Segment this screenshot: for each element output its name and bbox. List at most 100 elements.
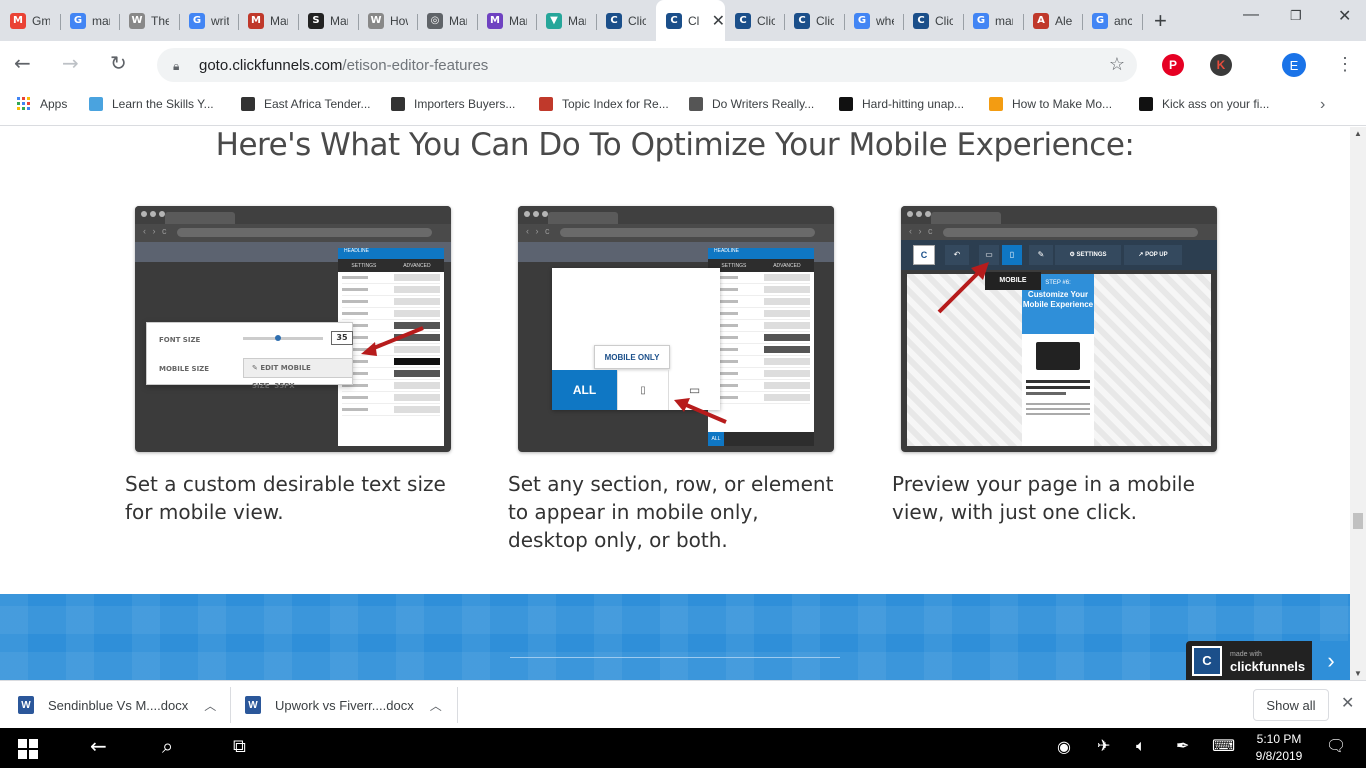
browser-tab[interactable]: Gmar (60, 6, 120, 35)
browser-tab[interactable]: C Cli ✕ (656, 0, 725, 41)
google-icon: G (189, 12, 205, 29)
back-icon[interactable]: ← (90, 734, 107, 758)
notifications-icon[interactable]: 🗨︎ (1326, 736, 1346, 755)
feature-caption-text-size: Set a custom desirable text size for mob… (125, 472, 446, 524)
panel-tab-advanced: ADVANCED (773, 262, 801, 269)
search-icon[interactable]: ⌕ (162, 734, 173, 758)
task-view-icon[interactable]: ⧉ (233, 736, 246, 757)
browser-tab[interactable]: Gwhe (844, 6, 904, 35)
bookmark-item[interactable]: How to Make Mo... (989, 97, 1112, 111)
scroll-thumb[interactable] (1353, 513, 1363, 529)
mobile-visibility-icon: ▯ (617, 370, 668, 410)
chevron-up-icon[interactable]: ︿ (204, 697, 216, 714)
browser-tab[interactable]: W How (358, 6, 418, 35)
clickfunnels-badge[interactable]: C made with clickfunnels › (1186, 641, 1350, 680)
page-scrollbar[interactable]: ▲ ▼ (1350, 127, 1366, 680)
panel-tab-settings: SETTINGS (721, 262, 747, 269)
divider-line (510, 657, 840, 658)
keyboard-icon[interactable]: ⌨ (1212, 736, 1235, 755)
download-item[interactable]: W Sendinblue Vs M....docx ︿ (18, 688, 216, 722)
tab-label: Cli (688, 13, 700, 28)
address-bar[interactable]: 🔒︎ goto.clickfunnels.com/etison-editor-f… (157, 48, 1137, 82)
tab-label: Clic (816, 13, 834, 28)
new-tab-button[interactable]: + (1154, 8, 1167, 34)
bookmark-item[interactable]: Kick ass on your fi... (1139, 97, 1269, 111)
browser-tab[interactable]: C Clic (596, 6, 656, 35)
taskbar-clock[interactable]: 5:10 PM 9/8/2019 (1248, 731, 1310, 765)
browser-tab[interactable]: S Mar (298, 6, 358, 35)
bookmark-label: Kick ass on your fi... (1162, 97, 1270, 111)
site-icon: A (1033, 12, 1049, 29)
back-icon[interactable]: ← (14, 51, 31, 75)
panel-title: HEADLINE (708, 248, 814, 259)
browser-tab[interactable]: ▼ Mar (536, 6, 596, 35)
font-size-callout: FONT SIZE 35 MOBILE SIZE ✎ EDIT MOBILE S… (146, 322, 353, 390)
profile-avatar[interactable]: E (1282, 53, 1306, 77)
mobile-frame: STEP #6: Customize Your Mobile Experienc… (1022, 274, 1094, 446)
browser-tab[interactable]: ◎ Mar (417, 6, 477, 35)
forward-icon[interactable]: → (62, 51, 79, 75)
volume-icon[interactable]: 🔈︎ (1136, 736, 1146, 756)
bookmark-item[interactable]: East Africa Tender... (241, 97, 371, 111)
bookmark-site-icon (989, 97, 1003, 111)
tab-label: Ale (1055, 13, 1073, 28)
browser-tab[interactable]: M Mar (238, 6, 298, 35)
bookmark-item[interactable]: Apps (17, 97, 67, 111)
panel-title: HEADLINE (338, 248, 444, 259)
wrench-icon: ✎ (1029, 245, 1053, 265)
scroll-up-icon[interactable]: ▲ (1354, 129, 1362, 138)
tab-label: Gm (32, 13, 50, 28)
lock-icon: 🔒︎ (173, 59, 180, 73)
mobile-only-tooltip: MOBILE ONLY (594, 345, 670, 369)
close-downloads-icon[interactable]: ✕ (1341, 693, 1354, 713)
reload-icon[interactable]: ↻ (110, 51, 127, 75)
browser-tab[interactable]: M Gm (0, 6, 60, 35)
browser-tab[interactable]: C Clic (903, 6, 963, 35)
downloads-bar: W Sendinblue Vs M....docx ︿ W Upwork vs … (0, 680, 1366, 728)
close-tab-icon[interactable]: ✕ (712, 11, 725, 31)
browser-tab[interactable]: C Clic (725, 6, 785, 35)
browser-tab[interactable]: Gmar (963, 6, 1023, 35)
windows-start-icon[interactable] (18, 739, 38, 759)
bookmark-item[interactable]: Topic Index for Re... (539, 97, 669, 111)
browser-tab[interactable]: Gwrit (179, 6, 239, 35)
bookmark-star-icon[interactable]: ☆ (1109, 54, 1125, 75)
chevron-up-icon[interactable]: ︿ (430, 697, 442, 714)
bookmark-item[interactable]: Learn the Skills Y... (89, 97, 214, 111)
network-icon[interactable]: ✈ (1097, 736, 1110, 755)
tab-label: Mar (270, 13, 288, 28)
bookmark-item[interactable]: Hard-hitting unap... (839, 97, 964, 111)
tab-label: anc (1114, 13, 1132, 28)
bookmarks-overflow-icon[interactable]: › (1320, 96, 1325, 114)
edit-mobile-value: 35PX (274, 382, 295, 390)
minimize-icon[interactable]: — (1243, 6, 1259, 24)
browser-tab[interactable]: C Clic (784, 6, 844, 35)
clock-date: 9/8/2019 (1255, 749, 1303, 763)
menu-kebab-icon[interactable]: ⋮ (1336, 54, 1354, 75)
browser-tab[interactable]: M Mar (477, 6, 537, 35)
browser-tab[interactable]: A Ale (1023, 6, 1083, 35)
tab-label: mar (92, 13, 110, 28)
apps-icon (17, 97, 31, 111)
download-item[interactable]: W Upwork vs Fiverr....docx ︿ (245, 688, 442, 722)
k-extension-icon[interactable]: K (1210, 54, 1232, 76)
maximize-icon[interactable]: ❐ (1290, 8, 1302, 24)
bookmark-item[interactable]: Do Writers Really... (689, 97, 814, 111)
show-all-button[interactable]: Show all (1253, 689, 1329, 721)
clock-time: 5:10 PM (1256, 732, 1302, 746)
popup-label: POP UP (1145, 252, 1168, 258)
bookmark-item[interactable]: Importers Buyers... (391, 97, 515, 111)
font-size-screenshot: ‹ › c HEADLINE SETTINGS ADVANCED FONT SIZ… (135, 206, 451, 452)
tab-label: Mar (509, 13, 527, 28)
panel-tab-settings: SETTINGS (351, 262, 377, 269)
bookmarks-bar: › Apps Learn the Skills Y... East Africa T… (0, 89, 1366, 126)
pen-icon[interactable]: ✒ (1176, 736, 1189, 755)
scroll-down-icon[interactable]: ▼ (1354, 669, 1362, 678)
pinterest-extension-icon[interactable]: P (1162, 54, 1184, 76)
close-window-icon[interactable]: ✕ (1338, 6, 1351, 26)
chevron-right-icon[interactable]: › (1312, 641, 1350, 680)
site-icon: ▼ (546, 12, 562, 29)
record-icon[interactable]: ◉ (1057, 737, 1071, 756)
browser-tab[interactable]: Ganc (1082, 6, 1142, 35)
browser-tab[interactable]: W The (119, 6, 179, 35)
